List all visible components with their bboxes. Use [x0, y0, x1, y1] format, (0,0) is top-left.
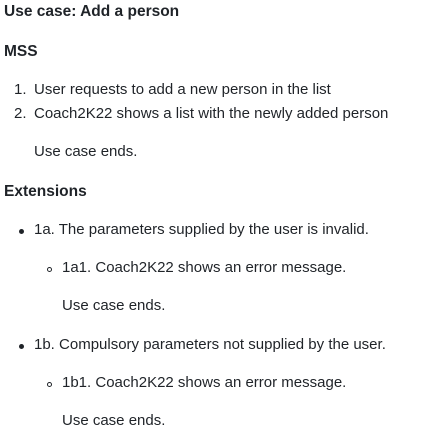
circle-bullet-icon: [47, 267, 52, 272]
document-page: Use case: Add a person MSS 1. User reque…: [0, 0, 424, 435]
extension-sub-ending: Use case ends.: [62, 297, 166, 314]
mss-step-number: 1.: [14, 81, 27, 98]
circle-bullet-icon: [47, 382, 52, 387]
mss-ending: Use case ends.: [34, 143, 138, 160]
bullet-icon: [19, 344, 24, 349]
extension-sub-item-text: 1b1. Coach2K22 shows an error message.: [62, 374, 347, 391]
mss-step-text: User requests to add a new person in the…: [34, 81, 331, 98]
mss-step-text: Coach2K22 shows a list with the newly ad…: [34, 105, 389, 122]
bullet-icon: [19, 229, 24, 234]
extension-sub-item-text: 1a1. Coach2K22 shows an error message.: [62, 259, 347, 276]
page-title: Use case: Add a person: [4, 3, 180, 20]
mss-heading: MSS: [4, 43, 38, 60]
extension-sub-ending: Use case ends.: [62, 412, 166, 429]
extension-item-text: 1b. Compulsory parameters not supplied b…: [34, 336, 386, 353]
mss-step-number: 2.: [14, 105, 27, 122]
extensions-heading: Extensions: [4, 183, 87, 200]
extension-item-text: 1a. The parameters supplied by the user …: [34, 221, 369, 238]
